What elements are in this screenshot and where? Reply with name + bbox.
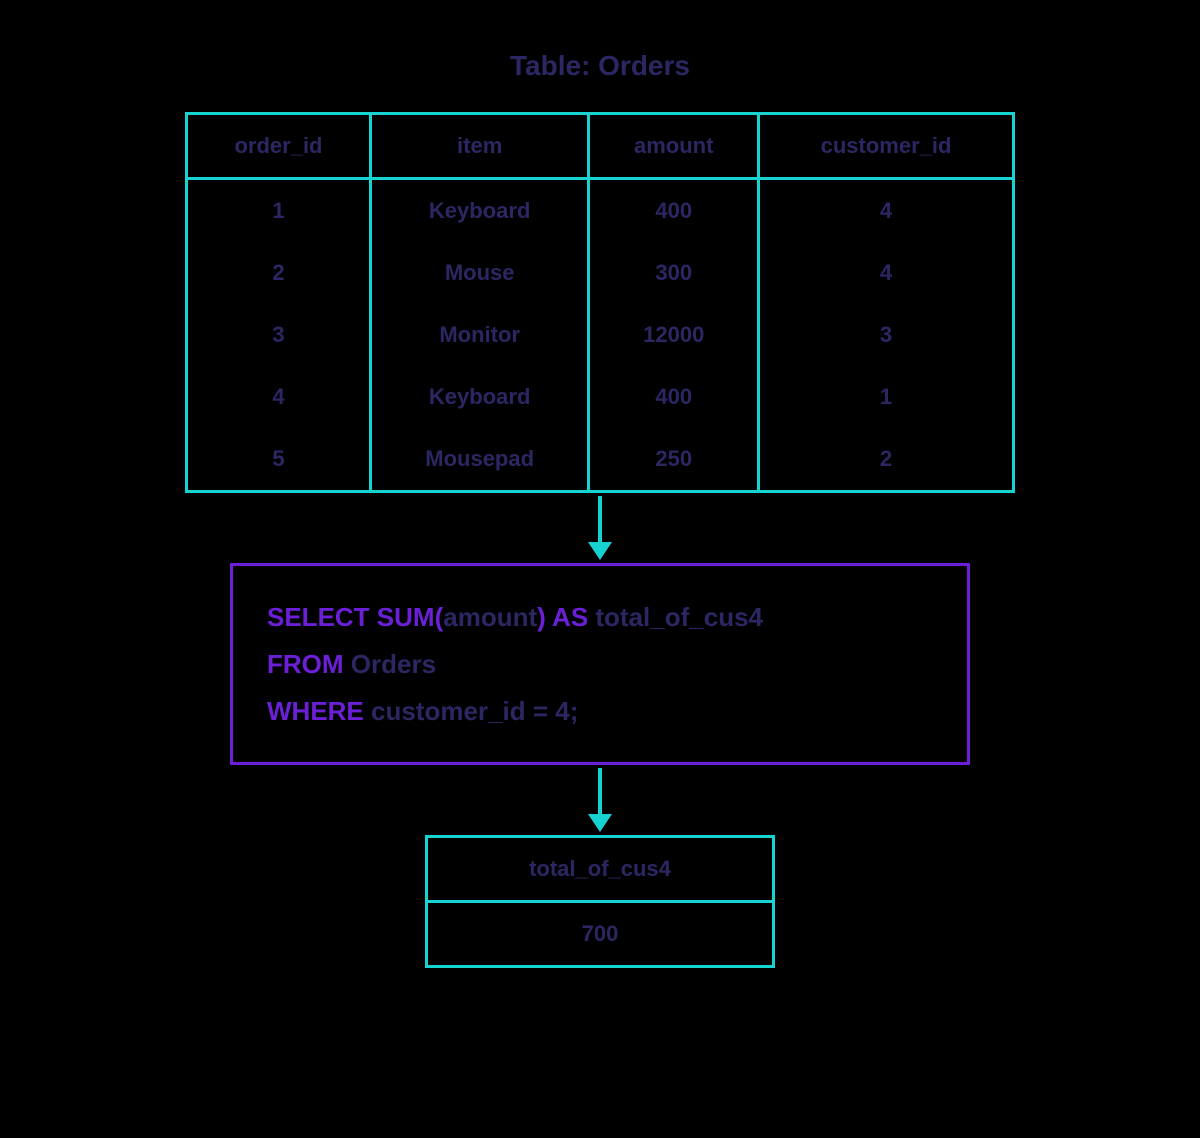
query-line-3: WHERE customer_id = 4;	[267, 688, 933, 735]
result-value: 700	[427, 902, 774, 967]
cell: 3	[187, 304, 371, 366]
keyword: FROM	[267, 649, 351, 679]
cell: Mousepad	[370, 428, 588, 492]
col-customer-id: customer_id	[759, 114, 1014, 179]
alias: total_of_cus4	[595, 602, 763, 632]
cell: 2	[759, 428, 1014, 492]
col-item: item	[370, 114, 588, 179]
identifier: amount	[443, 602, 537, 632]
result-header: total_of_cus4	[427, 837, 774, 902]
result-table: total_of_cus4 700	[425, 835, 775, 968]
col-order-id: order_id	[187, 114, 371, 179]
cell: 2	[187, 242, 371, 304]
cell: 12000	[589, 304, 759, 366]
table-row: 4 Keyboard 400 1	[187, 366, 1014, 428]
keyword: SELECT SUM(	[267, 602, 443, 632]
query-line-1: SELECT SUM(amount) AS total_of_cus4	[267, 594, 933, 641]
cell: 4	[759, 179, 1014, 243]
sql-query-box: SELECT SUM(amount) AS total_of_cus4 FROM…	[230, 563, 970, 765]
table-name: Orders	[351, 649, 436, 679]
table-title: Table: Orders	[510, 50, 690, 82]
cell: 250	[589, 428, 759, 492]
cell: 1	[187, 179, 371, 243]
query-line-2: FROM Orders	[267, 641, 933, 688]
cell: 400	[589, 366, 759, 428]
cell: 1	[759, 366, 1014, 428]
cell: 3	[759, 304, 1014, 366]
cell: 5	[187, 428, 371, 492]
keyword: ) AS	[537, 602, 595, 632]
cell: 300	[589, 242, 759, 304]
table-row: 2 Mouse 300 4	[187, 242, 1014, 304]
cell: 4	[759, 242, 1014, 304]
arrow-down-icon	[588, 493, 612, 563]
cell: Mouse	[370, 242, 588, 304]
orders-table: order_id item amount customer_id 1 Keybo…	[185, 112, 1015, 493]
keyword: WHERE	[267, 696, 371, 726]
result-header-row: total_of_cus4	[427, 837, 774, 902]
condition: customer_id = 4;	[371, 696, 578, 726]
arrow-down-icon	[588, 765, 612, 835]
col-amount: amount	[589, 114, 759, 179]
cell: Monitor	[370, 304, 588, 366]
cell: 4	[187, 366, 371, 428]
cell: Keyboard	[370, 179, 588, 243]
table-row: 1 Keyboard 400 4	[187, 179, 1014, 243]
cell: 400	[589, 179, 759, 243]
table-row: 3 Monitor 12000 3	[187, 304, 1014, 366]
table-row: 5 Mousepad 250 2	[187, 428, 1014, 492]
orders-header-row: order_id item amount customer_id	[187, 114, 1014, 179]
cell: Keyboard	[370, 366, 588, 428]
table-row: 700	[427, 902, 774, 967]
